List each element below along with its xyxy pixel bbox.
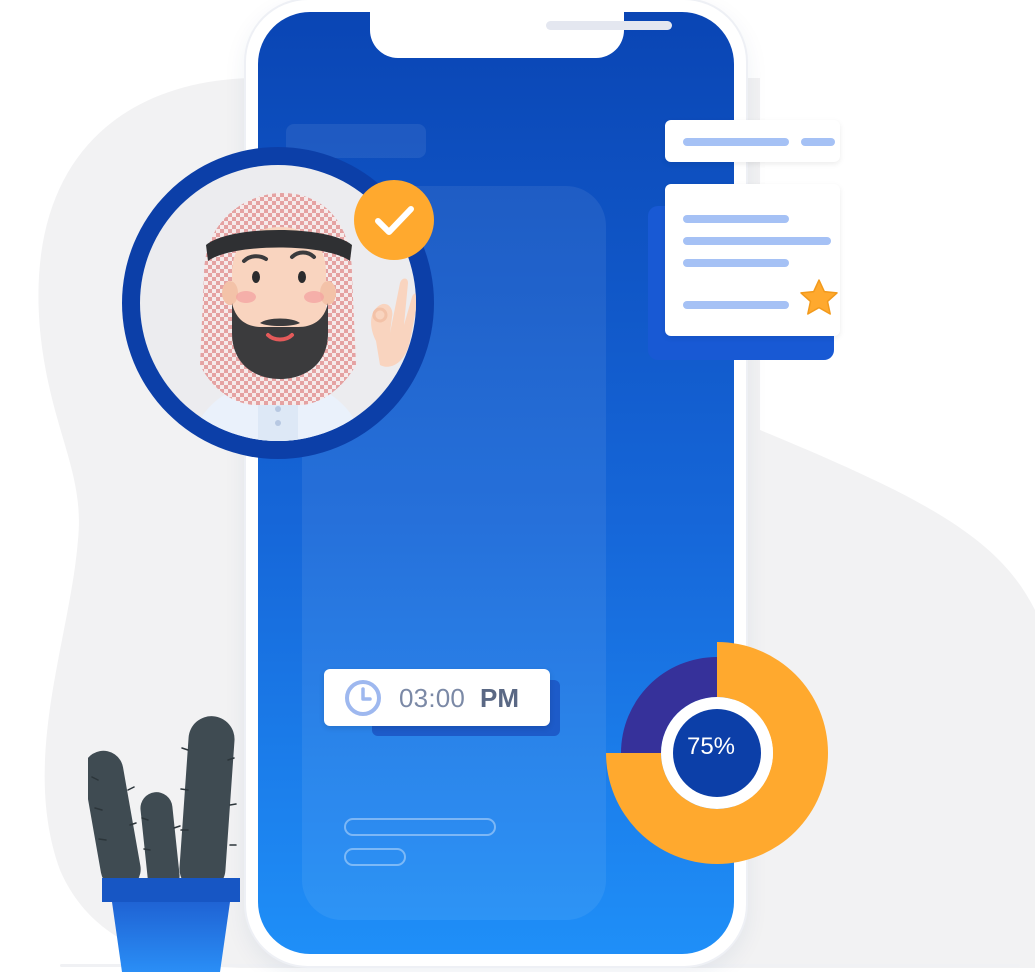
text-line bbox=[683, 259, 789, 267]
text-line bbox=[801, 138, 835, 146]
time-period: PM bbox=[480, 683, 519, 713]
verified-check-icon bbox=[354, 180, 434, 260]
illustration: 03:00 PM 75% bbox=[0, 0, 1035, 972]
time-chip: 03:00 PM bbox=[324, 669, 550, 726]
placeholder-input-long bbox=[344, 818, 496, 836]
document-header-card bbox=[665, 120, 840, 162]
phone-notch bbox=[370, 12, 672, 58]
text-line bbox=[683, 237, 831, 245]
phone-speaker bbox=[546, 21, 672, 30]
text-line bbox=[683, 301, 789, 309]
text-line bbox=[683, 215, 789, 223]
progress-label: 75% bbox=[686, 733, 736, 760]
star-icon bbox=[800, 279, 838, 315]
clock-icon bbox=[345, 680, 381, 716]
placeholder-input-short bbox=[344, 848, 406, 866]
document-body-card bbox=[665, 184, 840, 336]
pot-body bbox=[112, 902, 230, 972]
cactus-plant bbox=[88, 716, 240, 972]
time-value: 03:00 bbox=[399, 683, 466, 713]
text-line bbox=[683, 138, 789, 146]
pot-rim bbox=[102, 878, 240, 902]
